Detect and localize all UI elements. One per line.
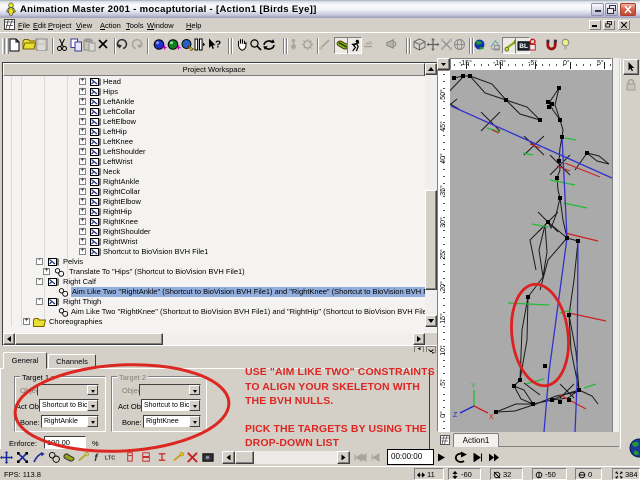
svg-text:Z: Z <box>453 412 458 419</box>
svg-text:BL: BL <box>519 43 528 50</box>
svg-text:Y: Y <box>471 383 476 390</box>
svg-text:X: X <box>489 414 494 421</box>
svg-text:?: ? <box>215 40 221 51</box>
